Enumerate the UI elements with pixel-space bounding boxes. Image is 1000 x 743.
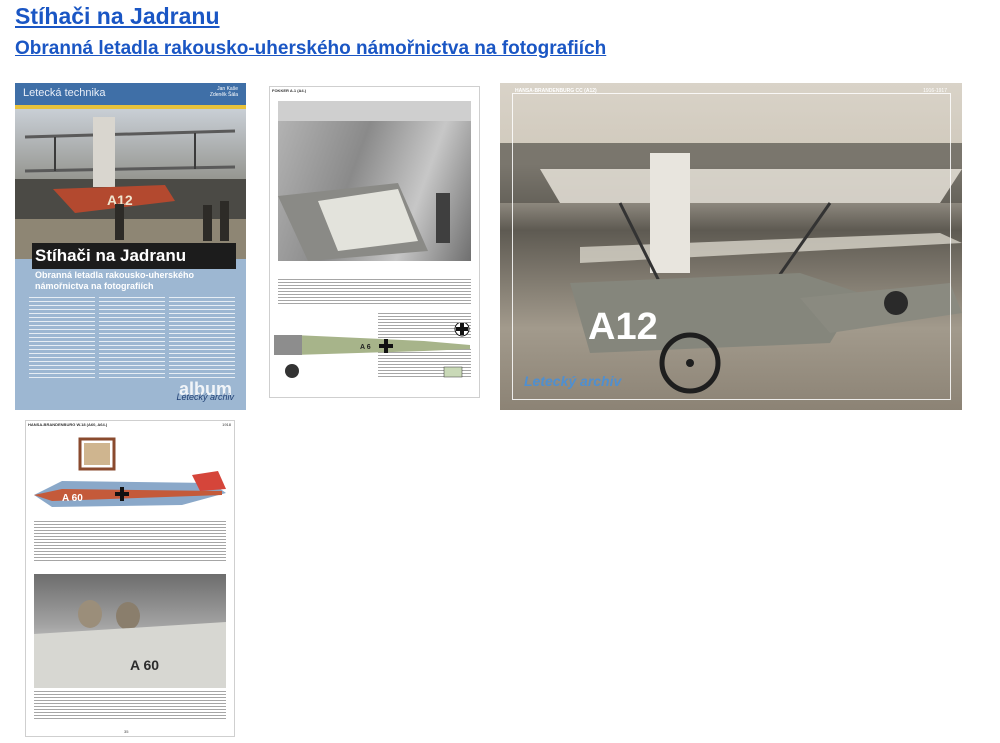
- page-caption-text: [34, 521, 226, 561]
- page-header: HANSA-BRANDENBURG W.18 (A60, A64.): [28, 422, 108, 427]
- page-photo: [278, 101, 471, 261]
- page-header-right: 1918: [222, 422, 231, 427]
- gallery-thumb-page-c[interactable]: HANSA-BRANDENBURG W.18 (A60, A64.) 1918 …: [25, 420, 235, 737]
- aircraft-profile: A 6: [274, 323, 470, 378]
- gallery-thumb-page-a[interactable]: FOKKER A.1 (A4.) A 6 4: [269, 86, 480, 398]
- profile-aircraft-code: A 60: [62, 493, 83, 504]
- cover-text-column: [29, 297, 95, 381]
- cover-text-column: [99, 297, 165, 381]
- album-logo: Letecký archiv: [524, 373, 622, 389]
- cover-authors: Jan Kaše Zdeněk Šála: [209, 86, 238, 98]
- page-header: HANSA-BRANDENBURG CC (A12): [515, 88, 597, 94]
- page-frame: [512, 93, 951, 400]
- cover-text-column: [169, 297, 235, 381]
- page-caption-text: [278, 279, 471, 305]
- fokker-photo: [278, 101, 471, 261]
- profile-aircraft-code: A 6: [360, 344, 371, 351]
- page-header-right: 1916-1917: [923, 88, 947, 94]
- page-header: FOKKER A.1 (A4.): [272, 88, 307, 93]
- subtitle-link[interactable]: Obranná letadla rakousko-uherského námoř…: [15, 38, 606, 59]
- cover-logo-caption: Letecký archiv: [176, 392, 234, 402]
- page-photo: A 60: [34, 574, 226, 688]
- aircraft-profile: A 60: [34, 437, 226, 507]
- page-subtitle[interactable]: Obranná letadla rakousko-uherského námoř…: [15, 37, 606, 61]
- gallery-thumb-page-b[interactable]: A12 HANSA-BRANDENBURG CC (A12) 1916-1917…: [500, 83, 962, 410]
- page-caption-text: [34, 691, 226, 719]
- photo-aircraft-code: A 60: [130, 657, 159, 673]
- page-number: 35: [124, 729, 129, 734]
- title-link[interactable]: Stíhači na Jadranu: [15, 3, 220, 29]
- gallery-thumb-cover[interactable]: Letecká technika Jan Kaše Zdeněk Šála A1…: [15, 83, 246, 410]
- cover-title: Stíhači na Jadranu: [35, 246, 187, 265]
- page-title[interactable]: Stíhači na Jadranu: [15, 2, 220, 30]
- cover-photo: A12: [15, 109, 246, 259]
- cover-subtitle: Obranná letadla rakousko-uherského námoř…: [35, 270, 195, 291]
- cover-seaplane-illustration: A12: [15, 117, 246, 259]
- crew-photo: A 60: [34, 600, 226, 688]
- cover-series-label: Letecká technika: [23, 87, 106, 99]
